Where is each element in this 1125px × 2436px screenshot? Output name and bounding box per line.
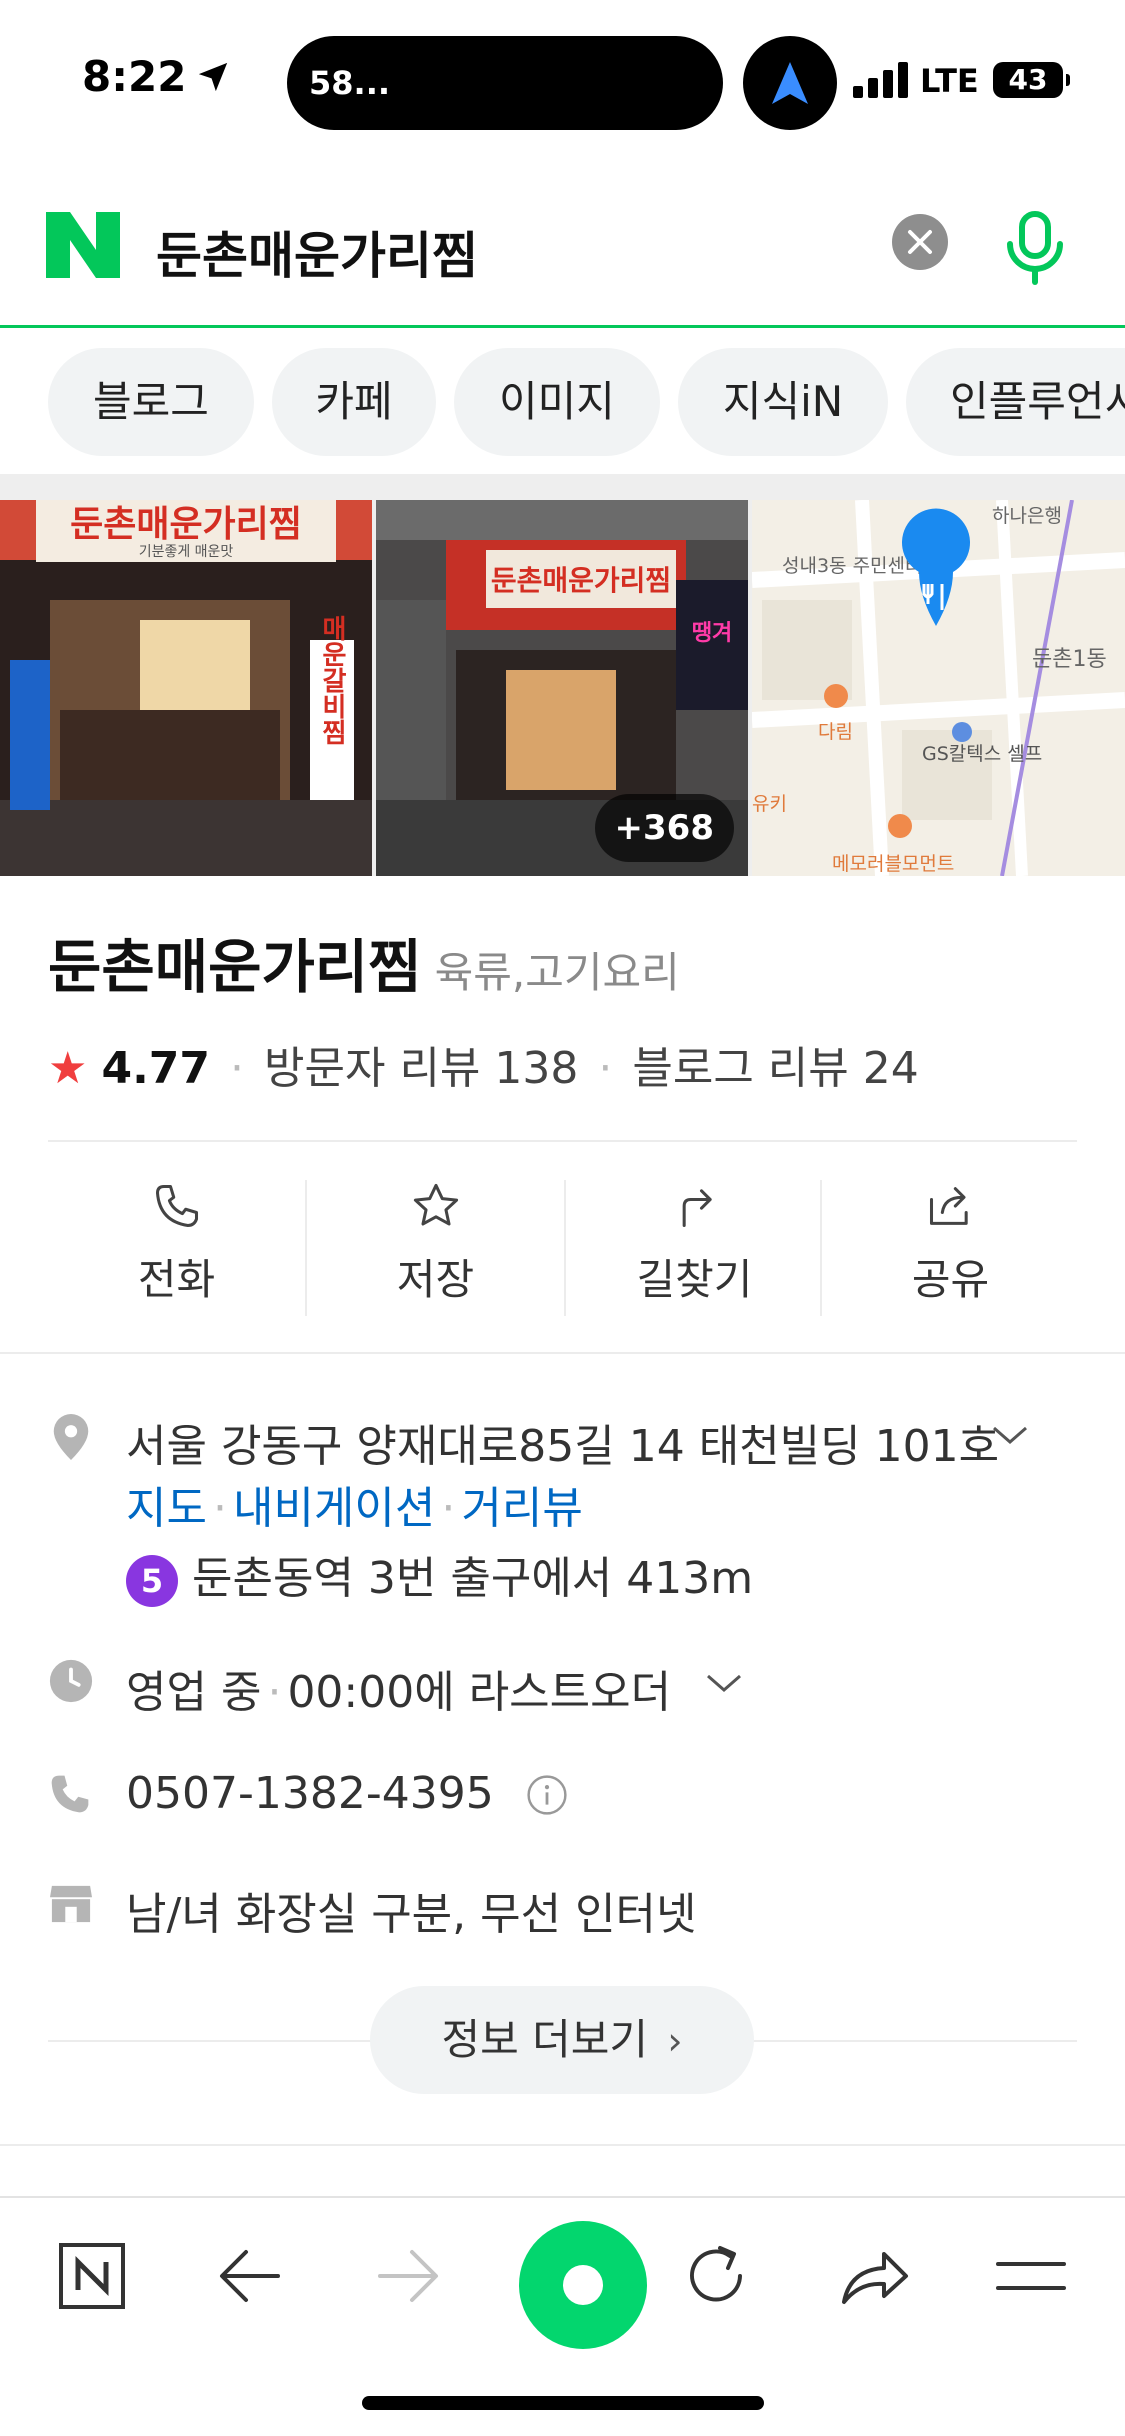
sign-sub: 기분좋게 매운맛 [139,544,234,560]
navigation-link[interactable]: 내비게이션 [233,1483,435,1534]
subway-line-badge: 5 [126,1555,178,1607]
directions-button[interactable]: 길찾기 [566,1176,823,1316]
map-label-dong: 둔촌1동 [1032,647,1107,672]
street-view-link[interactable]: 거리뷰 [461,1483,582,1534]
divider [0,1352,1125,1354]
visitor-reviews-link[interactable]: 방문자 리뷰 138 [264,1043,578,1094]
tab-image[interactable]: 이미지 [454,348,660,456]
more-info-button[interactable]: 정보 더보기 › [370,1986,754,2094]
share-label: 공유 [911,1255,990,1304]
info-icon[interactable] [526,1774,568,1816]
hours-detail: 00:00에 라스트오더 [287,1667,672,1718]
street-photo[interactable]: 둔촌매운가리찜 땡겨 +368 [376,500,748,876]
navigation-arrow-icon [772,62,808,104]
map-link[interactable]: 지도 [126,1483,207,1534]
search-bar: 둔촌매운가리찜 [0,170,1125,328]
place-category: 육류,고기요리 [434,948,680,997]
category-tabs: 블로그 카페 이미지 지식iN 인플루언서 [0,346,1125,458]
storefront-photo-image: 둔촌매운가리찜 기분좋게 매운맛 매운갈비찜 [0,500,372,876]
chevron-down-icon[interactable] [704,1672,744,1696]
tab-cafe[interactable]: 카페 [272,348,436,456]
phone-number[interactable]: 0507-1382-4395 [126,1768,494,1819]
phone-icon [155,1184,198,1228]
place-name[interactable]: 둔촌매운가리찜 [48,933,422,1001]
share-button[interactable]: 공유 [822,1176,1079,1316]
microphone-icon[interactable] [1000,210,1070,286]
location-arrow-icon [198,62,228,92]
photo-gallery: 둔촌매운가리찜 기분좋게 매운맛 매운갈비찜 둔촌매운가리찜 땡겨 +368 하… [0,474,1125,876]
clock-icon [49,1659,93,1703]
share-arrow-icon[interactable] [838,2244,910,2308]
map-label-center: 성내3동 주민센터 [782,555,923,577]
star-outline-icon [413,1183,458,1226]
directions-icon [682,1189,712,1228]
hours-status: 영업 중 [126,1667,262,1718]
phone-icon [51,1775,89,1813]
naver-home-icon[interactable] [58,2242,126,2310]
action-buttons: 전화 저장 길찾기 공유 [48,1176,1077,1316]
forward-arrow-icon[interactable] [376,2246,440,2306]
menu-icon[interactable] [996,2258,1066,2294]
signal-icon [853,62,908,98]
photo-count-badge[interactable]: +368 [594,794,734,862]
map-label-gas: GS칼텍스 셀프 [922,743,1042,765]
svg-text:땡겨: 땡겨 [692,621,732,646]
chevron-down-icon[interactable] [990,1424,1030,1448]
location-pin-icon [53,1414,89,1460]
blog-reviews-link[interactable]: 블로그 리뷰 24 [632,1043,918,1094]
tab-kin[interactable]: 지식iN [678,348,888,456]
separator-dot: · [598,1043,613,1094]
map-label-yuki: 유키 [752,793,787,815]
status-bar: 8:22 58... LTE 43 [0,0,1125,160]
home-indicator[interactable] [362,2396,764,2410]
map-image: 하나은행 성내3동 주민센터 둔촌1동 다림 GS칼텍스 셀프 메모러블모먼트 … [752,500,1125,876]
side-sign: 매운갈비찜 [317,615,347,745]
sign-text: 둔촌매운가리찜 [70,504,302,545]
map-thumbnail[interactable]: 하나은행 성내3동 주민센터 둔촌1동 다림 GS칼텍스 셀프 메모러블모먼트 … [752,500,1125,876]
map-label-darim: 다림 [818,721,853,743]
rating-row: ★ 4.77 · 방문자 리뷰 138 · 블로그 리뷰 24 [48,1032,919,1096]
storefront-photo[interactable]: 둔촌매운가리찜 기분좋게 매운맛 매운갈비찜 [0,500,372,876]
place-title-row: 둔촌매운가리찜 육류,고기요리 [48,920,680,1004]
star-icon: ★ [48,1043,88,1094]
map-label-bank: 하나은행 [992,505,1062,527]
network-type: LTE [920,62,979,100]
rating-value: 4.77 [101,1043,211,1094]
status-time: 8:22 [82,52,187,101]
more-info-label: 정보 더보기 [441,2015,648,2064]
save-label: 저장 [396,1255,475,1304]
call-label: 전화 [137,1255,216,1304]
save-button[interactable]: 저장 [307,1176,564,1316]
close-icon [908,230,932,254]
back-arrow-icon[interactable] [218,2246,282,2306]
separator-dot: · [230,1043,245,1094]
directions-label: 길찾기 [636,1255,753,1304]
chevron-right-icon: › [667,2019,683,2063]
search-input[interactable]: 둔촌매운가리찜 [156,216,478,288]
browser-toolbar [0,2196,1125,2356]
divider [0,2144,1125,2146]
share-icon [929,1187,968,1225]
divider [48,1140,1077,1142]
call-button[interactable]: 전화 [48,1176,305,1316]
amenities-text: 남/녀 화장실 구분, 무선 인터넷 [126,1889,697,1940]
separator-dot: · [441,1483,456,1534]
map-label-cafe: 메모러블모먼트 [832,853,954,875]
green-dot-button[interactable] [516,2218,650,2352]
dynamic-island[interactable]: 58... [287,36,723,130]
tab-influencer[interactable]: 인플루언서 [906,348,1125,456]
address-text[interactable]: 서울 강동구 양재대로85길 14 태천빌딩 101호 [126,1410,999,1474]
navigation-indicator[interactable] [743,36,837,130]
store-icon [50,1885,92,1923]
separator-dot: · [212,1483,227,1534]
naver-logo[interactable] [46,212,120,278]
svg-text:둔촌매운가리찜: 둔촌매운가리찜 [491,564,671,597]
tab-blog[interactable]: 블로그 [48,348,254,456]
subway-text: 둔촌동역 3번 출구에서 413m [192,1553,754,1604]
separator-dot: · [267,1667,282,1718]
battery-icon: 43 [993,62,1070,98]
clear-search-button[interactable] [892,214,948,270]
refresh-icon[interactable] [684,2242,750,2310]
